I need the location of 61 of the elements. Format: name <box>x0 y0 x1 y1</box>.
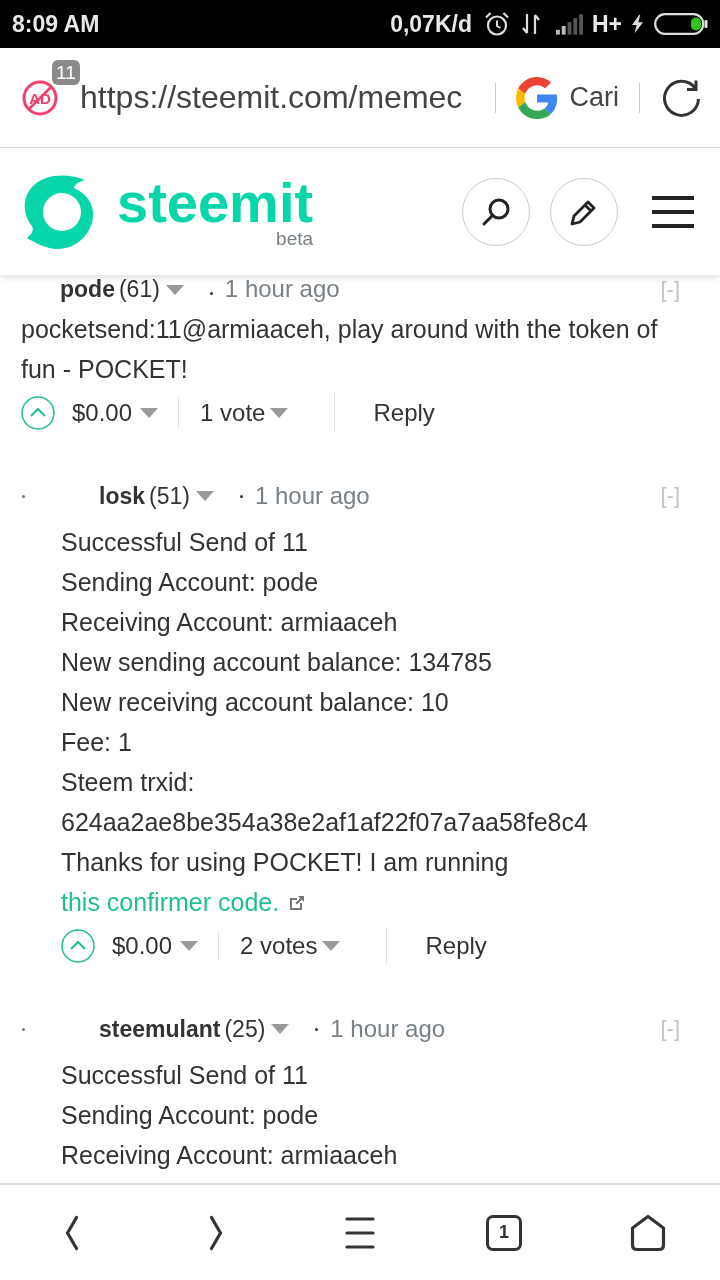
comment-text: New receiving account balance: 10 <box>61 687 450 718</box>
author-name[interactable]: pode <box>60 276 115 303</box>
data-arrows-icon <box>521 13 540 35</box>
votes-dropdown[interactable]: 2 votes <box>240 931 341 960</box>
comment-text: Steem trxid: <box>61 767 196 798</box>
search-icon <box>481 196 511 227</box>
thread-dot-icon <box>22 1028 25 1031</box>
comment-text: Sending Account: pode <box>61 1100 320 1131</box>
comment-text: Receiving Account: armiaaceh <box>61 607 399 638</box>
battery-icon <box>654 12 708 36</box>
home-icon[interactable] <box>630 1213 666 1252</box>
menu-icon[interactable] <box>652 195 694 228</box>
network-speed: 0,07K/d <box>390 10 472 38</box>
comment-text: Successful Send of 11 <box>61 527 309 558</box>
alarm-clock-icon <box>483 11 510 37</box>
status-time: 8:09 AM <box>12 10 100 38</box>
ad-count-badge: 11 <box>52 59 80 85</box>
search-button[interactable]: Cari <box>516 76 619 119</box>
menu-icon[interactable] <box>345 1215 375 1250</box>
comment-text: New sending account balance: 134785 <box>61 647 493 678</box>
reply-button[interactable]: Reply <box>425 931 487 960</box>
comment-text: pocketsend:11@armiaaceh, play around with the token of fun - POCKET! <box>21 314 659 385</box>
separator-dot-icon <box>315 1027 319 1031</box>
tabs-button[interactable]: 1 <box>486 1214 522 1251</box>
caret-icon <box>322 940 341 951</box>
author-name[interactable]: steemulant <box>99 1015 221 1043</box>
forward-icon[interactable] <box>209 1214 223 1251</box>
back-icon[interactable] <box>65 1214 79 1251</box>
network-type: H+ <box>591 10 622 38</box>
reply-button[interactable]: Reply <box>373 398 435 427</box>
external-link-icon <box>288 894 307 912</box>
caret-icon <box>140 407 159 418</box>
comment-text: Fee: 1 <box>61 727 133 758</box>
comment-text: Receiving Account: armiaaceh <box>61 1140 399 1171</box>
comment-time: 1 hour ago <box>224 275 340 303</box>
comment-text: 624aa2ae8be354a38e2af1af22f07a7aa58fe8c4 <box>61 807 589 838</box>
author-reputation: (51) <box>149 482 190 510</box>
votes-dropdown[interactable]: 1 vote <box>200 398 289 427</box>
author-reputation: (61) <box>118 276 160 303</box>
caret-icon[interactable] <box>195 491 214 501</box>
separator-dot-icon <box>209 292 213 295</box>
comment-text: Thanks for using POCKET! I am running this confirmer code. <box>61 847 510 918</box>
author-name[interactable]: losk <box>99 482 146 510</box>
separator-dot-icon <box>239 494 243 498</box>
payout-dropdown[interactable]: $0.00 <box>72 398 159 427</box>
caret-icon <box>270 407 289 418</box>
google-logo-icon <box>516 76 559 119</box>
payout-dropdown[interactable]: $0.00 <box>112 931 199 960</box>
beta-label: beta <box>276 228 314 249</box>
comment-text: Sending Account: pode <box>61 567 320 598</box>
caret-icon[interactable] <box>271 1024 290 1034</box>
comment-text: Successful Send of 11 <box>61 1060 309 1091</box>
signal-icon <box>555 13 583 35</box>
comment-time: 1 hour ago <box>330 1015 446 1043</box>
author-reputation: (25) <box>224 1015 266 1043</box>
charging-bolt-icon <box>632 14 643 34</box>
thread-dot-icon <box>22 495 25 498</box>
comment-time: 1 hour ago <box>254 482 370 510</box>
caret-icon <box>180 940 199 951</box>
url-field[interactable]: https://steemit.com/memec <box>80 79 476 116</box>
caret-icon[interactable] <box>165 285 184 295</box>
